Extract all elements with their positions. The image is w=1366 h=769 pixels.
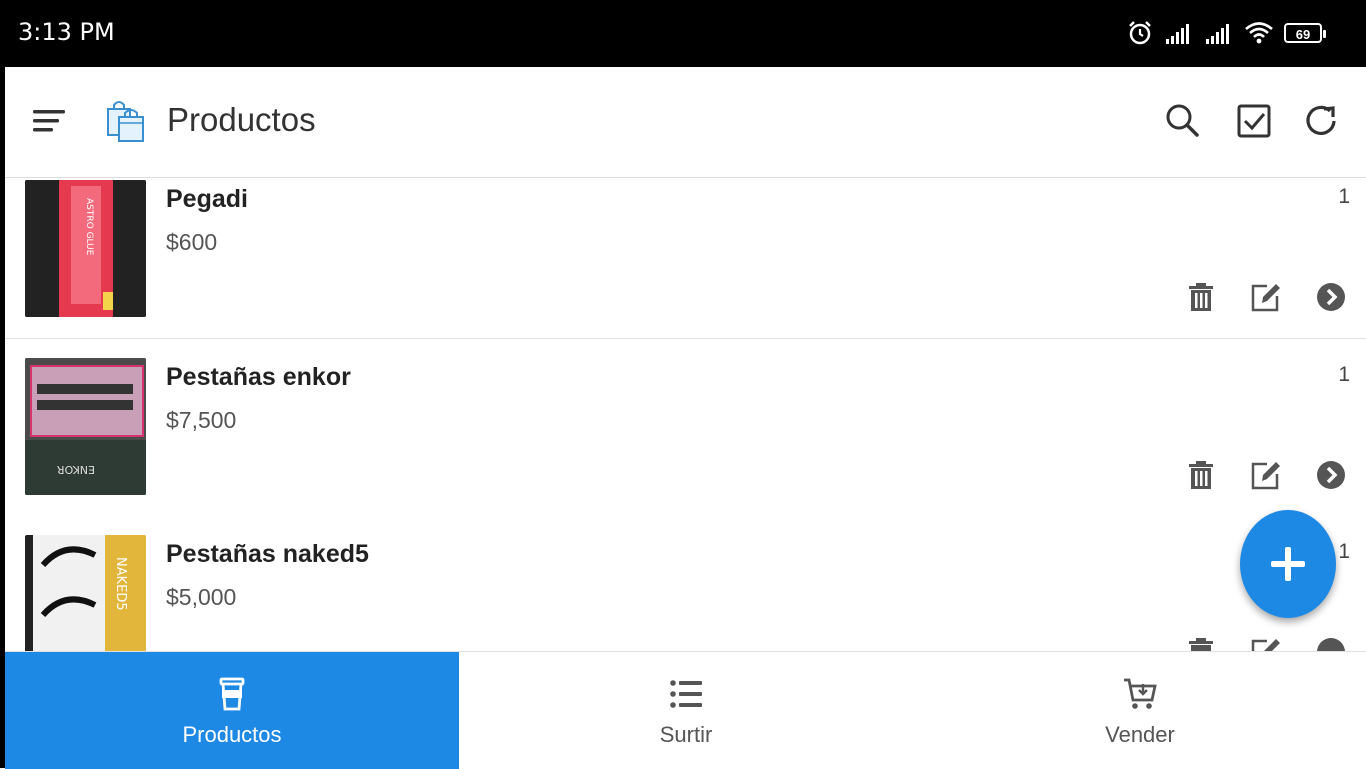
tab-label: Productos [182, 722, 282, 747]
add-product-button[interactable] [1240, 510, 1336, 618]
product-quantity: 1 [1338, 540, 1350, 563]
product-row[interactable]: NAKED5 Pestañas naked5 $5,000 1 [5, 516, 1366, 652]
app-bar: Productos [5, 67, 1366, 178]
wifi-icon [1245, 22, 1273, 44]
product-name: Pegadi [166, 185, 248, 213]
delete-icon[interactable] [1185, 636, 1217, 652]
list-icon [670, 680, 702, 708]
product-price: $7,500 [166, 407, 237, 433]
tab-label: Surtir [659, 722, 713, 747]
product-name: Pestañas enkor [166, 363, 351, 391]
chevron-right-icon[interactable] [1315, 636, 1347, 652]
product-image-label: NAKED5 [113, 557, 128, 611]
product-price: $600 [166, 229, 218, 255]
product-image: ENKOR [25, 358, 146, 495]
cart-icon [1124, 678, 1157, 709]
status-icons: 69 [1126, 16, 1326, 50]
signal-icon [1206, 24, 1229, 44]
delete-icon[interactable] [1185, 459, 1217, 491]
product-image: ASTRO GLUE [25, 180, 146, 317]
signal-icon [1166, 24, 1189, 44]
tab-label: Vender [1105, 722, 1175, 747]
edit-icon[interactable] [1249, 459, 1281, 491]
plus-icon [1271, 547, 1305, 581]
status-bar: 3:13 PM 69 [0, 0, 1366, 67]
refresh-icon[interactable] [1302, 101, 1342, 141]
product-row[interactable]: ENKOR Pestañas enkor $7,500 1 [5, 339, 1366, 517]
tab-vender[interactable]: Vender [913, 652, 1366, 769]
status-time: 3:13 PM [18, 18, 115, 46]
chevron-right-icon[interactable] [1315, 281, 1347, 313]
edit-icon[interactable] [1249, 636, 1281, 652]
delete-icon[interactable] [1185, 281, 1217, 313]
page-title: Productos [167, 101, 316, 138]
checkbox-icon[interactable] [1234, 101, 1274, 141]
search-icon[interactable] [1163, 101, 1203, 141]
edit-icon[interactable] [1249, 281, 1281, 313]
menu-icon[interactable] [31, 105, 71, 137]
product-row[interactable]: ASTRO GLUE Pegadi $600 1 [5, 178, 1366, 339]
product-list[interactable]: ASTRO GLUE Pegadi $600 1 ENKOR Pestañas … [5, 178, 1366, 652]
product-image-label: ASTRO GLUE [84, 198, 94, 256]
product-image-label: ENKOR [57, 463, 95, 476]
battery-icon: 69 [1284, 23, 1326, 43]
product-price: $5,000 [166, 584, 237, 610]
cup-icon [219, 677, 245, 711]
alarm-icon [1129, 21, 1151, 45]
product-image: NAKED5 [25, 535, 146, 652]
shopping-bags-icon [107, 101, 144, 142]
product-quantity: 1 [1338, 185, 1350, 208]
product-name: Pestañas naked5 [166, 540, 369, 568]
tab-productos[interactable]: Productos [5, 652, 459, 769]
chevron-right-icon[interactable] [1315, 459, 1347, 491]
tab-surtir[interactable]: Surtir [459, 652, 913, 769]
bottom-navigation: Productos Surtir Vender [5, 651, 1366, 769]
product-quantity: 1 [1338, 363, 1350, 386]
